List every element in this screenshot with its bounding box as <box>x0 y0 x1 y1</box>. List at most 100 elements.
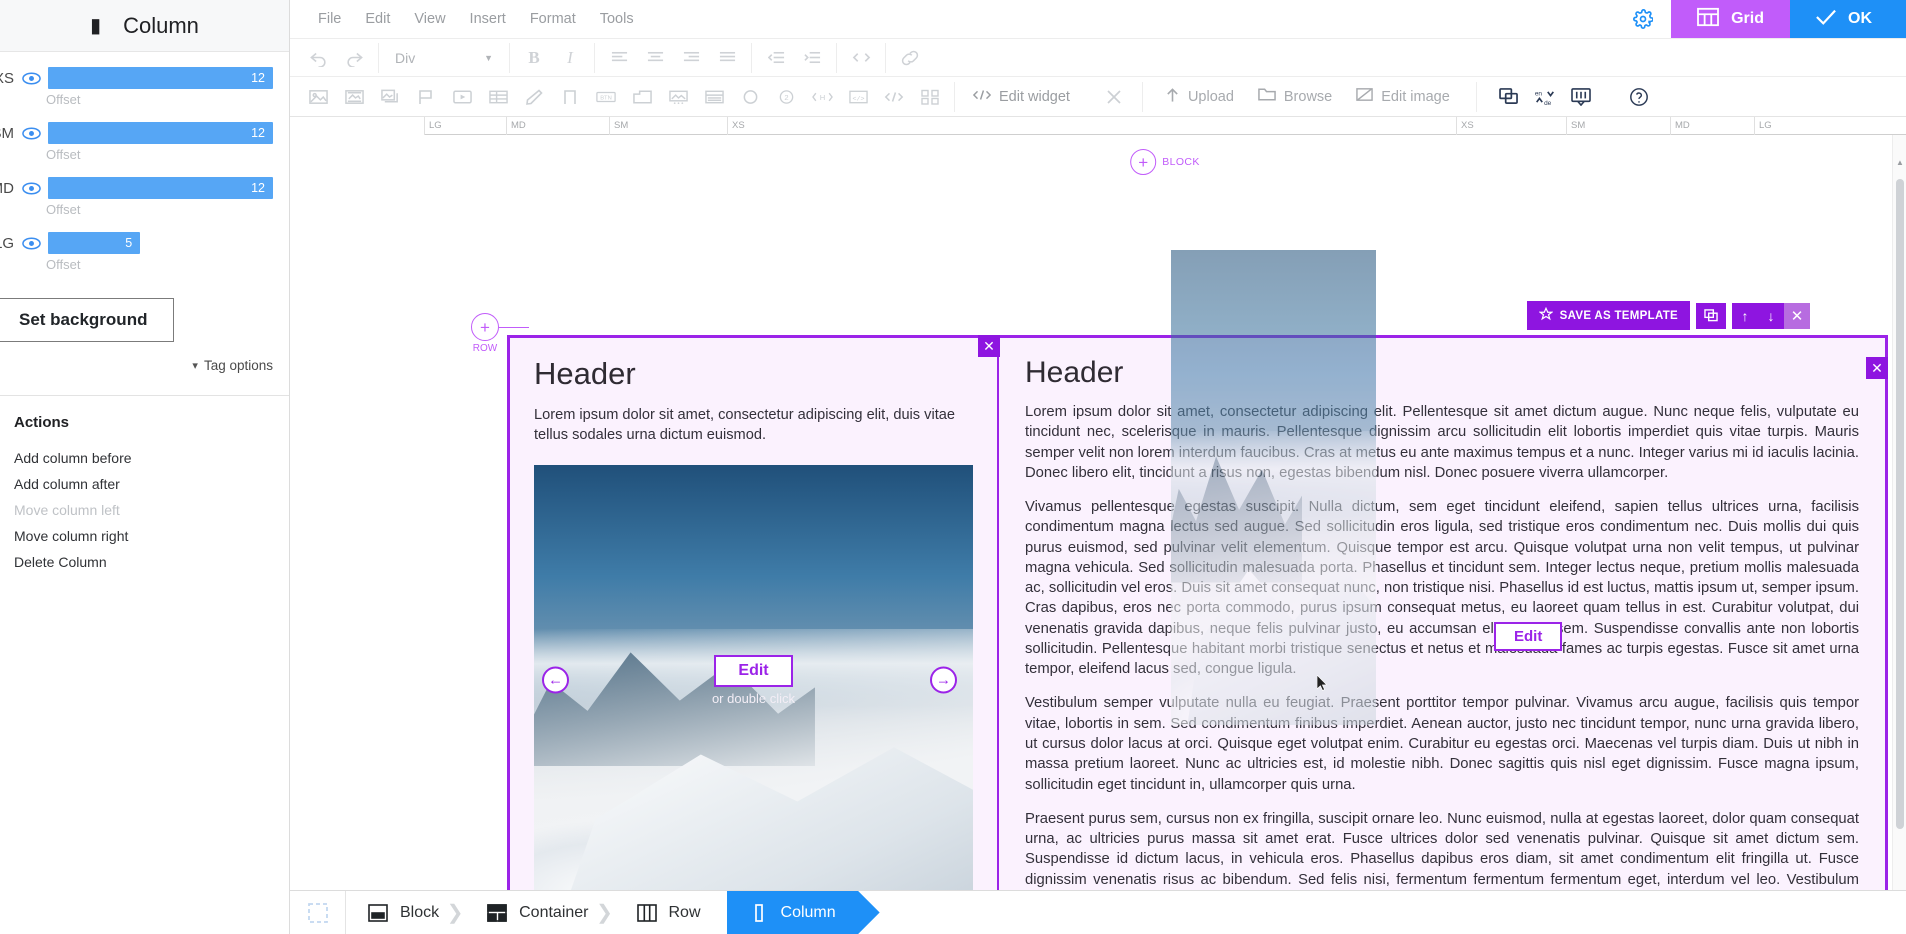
help-circle-icon[interactable] <box>1621 81 1657 113</box>
eye-icon[interactable] <box>14 182 48 195</box>
upload-button[interactable]: Upload <box>1153 80 1246 114</box>
template-code-icon[interactable]: </> <box>840 81 876 113</box>
grid-button[interactable]: Grid <box>1671 0 1790 38</box>
edit-image-button[interactable]: Edit image <box>1344 80 1462 114</box>
menu-format[interactable]: Format <box>518 7 588 31</box>
image-icon[interactable] <box>300 81 336 113</box>
menu-edit[interactable]: Edit <box>353 7 402 31</box>
column-left[interactable]: ✕ Header Lorem ipsum dolor sit amet, con… <box>507 335 1000 934</box>
edit-widget-close-icon[interactable] <box>1096 81 1132 113</box>
plus-circle-icon[interactable]: + <box>1130 149 1157 175</box>
question-circle-icon[interactable]: 2 <box>768 81 804 113</box>
image-edit-icon <box>1356 87 1374 106</box>
duplicate-row-button[interactable] <box>1696 302 1726 329</box>
breadcrumb-item-block[interactable]: Block ❯ <box>346 891 465 934</box>
edit-widget-button[interactable]: Edit widget <box>961 80 1082 114</box>
pencil-icon[interactable] <box>516 81 552 113</box>
heading-code-icon[interactable]: H <box>804 81 840 113</box>
menu-file[interactable]: File <box>306 7 353 31</box>
gear-icon[interactable] <box>1615 0 1672 38</box>
source-code-icon[interactable] <box>843 42 879 74</box>
align-left-icon[interactable] <box>601 42 637 74</box>
eye-icon[interactable] <box>14 72 48 85</box>
breakpoint-slider-sm[interactable]: 12 <box>48 122 289 144</box>
image-stack-icon[interactable] <box>372 81 408 113</box>
menu-insert[interactable]: Insert <box>458 7 518 31</box>
close-icon[interactable]: ✕ <box>978 335 1000 357</box>
align-center-icon[interactable] <box>637 42 673 74</box>
actions-title: Actions <box>14 414 70 431</box>
tab-panel-icon[interactable] <box>624 81 660 113</box>
breadcrumb-item-row[interactable]: Row <box>615 891 727 934</box>
indent-icon[interactable] <box>794 42 830 74</box>
action-add-column-after[interactable]: Add column after <box>14 471 289 497</box>
bold-button[interactable]: B <box>516 42 552 74</box>
action-move-column-right[interactable]: Move column right <box>14 523 289 549</box>
undo-icon[interactable] <box>300 42 336 74</box>
offset-label-xs: Offset <box>46 92 81 107</box>
code-tag-icon[interactable] <box>876 81 912 113</box>
column-right[interactable]: ✕ Header Lorem ipsum dolor sit amet, con… <box>997 335 1888 934</box>
redo-icon[interactable] <box>336 42 372 74</box>
duplicate-icon[interactable] <box>1491 81 1527 113</box>
sliders-icon[interactable] <box>1563 81 1599 113</box>
align-right-icon[interactable] <box>673 42 709 74</box>
breadcrumb-item-container[interactable]: Container ❯ <box>465 891 614 934</box>
button-icon[interactable]: BTN <box>588 81 624 113</box>
ok-button[interactable]: OK <box>1790 0 1906 38</box>
browse-button[interactable]: Browse <box>1246 80 1344 114</box>
canvas-scrollbar[interactable]: ▲ ▼ <box>1892 135 1906 934</box>
right-column-paragraph-1: Lorem ipsum dolor sit amet, consectetur … <box>1025 404 1859 481</box>
add-block-control[interactable]: + BLOCK <box>1130 149 1200 175</box>
image-text-icon[interactable] <box>336 81 372 113</box>
arrow-left-circle-icon[interactable]: ← <box>542 666 569 694</box>
menu-view[interactable]: View <box>402 7 457 31</box>
close-row-button[interactable]: ✕ <box>1784 302 1810 329</box>
action-delete-column[interactable]: Delete Column <box>14 549 289 575</box>
language-en-de-icon[interactable]: en de <box>1527 81 1563 113</box>
ruler-tick-lg-left: LG <box>424 117 442 135</box>
breadcrumb-item-column[interactable]: Column <box>727 891 880 934</box>
flag-icon[interactable] <box>408 81 444 113</box>
scroll-up-arrow-icon[interactable]: ▲ <box>1893 155 1906 169</box>
breakpoint-slider-xs[interactable]: 12 <box>48 67 289 89</box>
align-justify-icon[interactable] <box>709 42 745 74</box>
carousel-icon[interactable] <box>660 81 696 113</box>
left-column-image[interactable]: Edit or double click ← → <box>534 465 973 896</box>
scrollbar-thumb[interactable] <box>1896 179 1904 829</box>
menu-tools[interactable]: Tools <box>588 7 646 31</box>
circle-icon[interactable] <box>732 81 768 113</box>
add-row-control[interactable]: + ROW <box>471 313 499 354</box>
block-format-select[interactable]: Div ▼ <box>385 43 503 73</box>
floating-edit-button[interactable]: Edit <box>1494 622 1563 651</box>
code-tag-icon <box>972 88 992 106</box>
breakpoint-slider-md[interactable]: 12 <box>48 177 289 199</box>
selection-frame-icon[interactable] <box>290 890 346 934</box>
breakpoint-slider-lg[interactable]: 5 <box>48 232 289 254</box>
link-icon[interactable] <box>892 42 928 74</box>
image-edit-button[interactable]: Edit <box>714 654 793 687</box>
action-add-column-before[interactable]: Add column before <box>14 445 289 471</box>
video-icon[interactable] <box>444 81 480 113</box>
move-row-down-button[interactable]: ↓ <box>1758 302 1784 329</box>
eye-icon[interactable] <box>14 237 48 250</box>
ruler-tick-sm-right: SM <box>1566 117 1585 135</box>
column-properties-sidebar: ▮ Column XS 12 Offset SM <box>0 0 290 934</box>
card-icon[interactable] <box>696 81 732 113</box>
row-wrapper: + ROW SAVE AS TEMPLATE ↑ ↓ ✕ ✕ Header Lo… <box>471 301 1888 934</box>
qr-grid-icon[interactable] <box>912 81 948 113</box>
toolbar-separator <box>594 42 595 73</box>
arrow-right-circle-icon[interactable]: → <box>930 666 957 694</box>
eye-icon[interactable] <box>14 127 48 140</box>
move-row-up-button[interactable]: ↑ <box>1732 302 1758 329</box>
ruler-tick-sm-left: SM <box>609 117 628 135</box>
close-icon[interactable]: ✕ <box>1866 357 1888 379</box>
plus-circle-icon[interactable]: + <box>471 313 499 341</box>
set-background-button[interactable]: Set background <box>0 298 175 342</box>
save-as-template-button[interactable]: SAVE AS TEMPLATE <box>1526 301 1690 330</box>
table-icon[interactable] <box>480 81 516 113</box>
italic-button[interactable]: I <box>552 42 588 74</box>
outdent-icon[interactable] <box>758 42 794 74</box>
tag-options-toggle[interactable]: ▾ Tag options <box>0 342 289 373</box>
page-break-icon[interactable] <box>552 81 588 113</box>
